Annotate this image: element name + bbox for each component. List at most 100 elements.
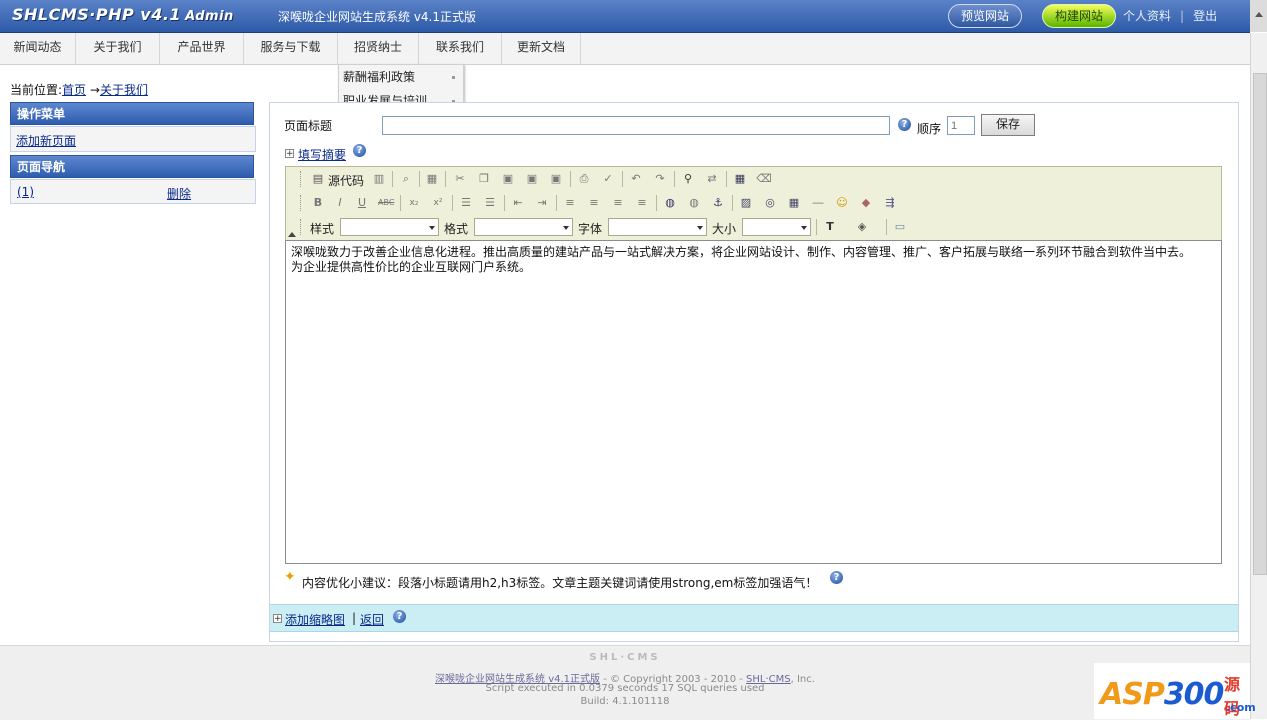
add-thumbnail-link[interactable]: 添加缩略图 <box>285 611 345 628</box>
tip-help-icon[interactable]: ? <box>830 571 843 584</box>
back-link[interactable]: 返回 <box>360 611 384 628</box>
indent-icon[interactable]: ⇥ <box>534 195 550 211</box>
summary-link[interactable]: 填写摘要 <box>298 146 346 163</box>
align-center-icon[interactable]: ≡ <box>586 195 602 211</box>
font-select[interactable] <box>608 218 707 236</box>
nav-item-docs[interactable]: 更新文档 <box>502 33 581 64</box>
unlink-icon[interactable]: ◍ <box>686 195 702 211</box>
paste-icon[interactable]: ▣ <box>500 171 516 187</box>
source-button[interactable]: 源代码 <box>328 172 364 189</box>
select-all-icon[interactable]: ▦ <box>732 171 748 187</box>
outdent-icon[interactable]: ⇤ <box>510 195 526 211</box>
title-label: 页面标题 <box>284 119 333 133</box>
nav-item-services[interactable]: 服务与下载 <box>244 33 338 64</box>
undo-icon[interactable]: ↶ <box>628 171 644 187</box>
align-right-icon[interactable]: ≡ <box>610 195 626 211</box>
size-label: 大小 <box>712 222 737 236</box>
preview-site-button[interactable]: 预览网站 <box>948 4 1022 28</box>
top-header: SHLCMS·PHP v4.1 Admin 深喉咙企业网站生成系统 v4.1正式版… <box>0 0 1250 33</box>
templates-icon[interactable]: ▦ <box>424 171 440 187</box>
lightbulb-icon: ✦ <box>284 569 296 585</box>
page-link[interactable]: (1) <box>17 185 34 199</box>
underline-icon[interactable]: U <box>354 195 370 211</box>
nav-item-jobs[interactable]: 招贤纳士 <box>338 33 419 64</box>
align-left-icon[interactable]: ≡ <box>562 195 578 211</box>
build-site-button[interactable]: 构建网站 <box>1042 4 1116 28</box>
title-input[interactable] <box>382 116 890 135</box>
top-links: 个人资料 | 登出 <box>1123 9 1218 23</box>
format-label: 格式 <box>444 222 469 236</box>
vertical-scrollbar[interactable] <box>1250 33 1267 719</box>
system-name: 深喉咙企业网站生成系统 v4.1正式版 <box>278 10 477 24</box>
profile-link[interactable]: 个人资料 <box>1123 9 1171 23</box>
order-input[interactable] <box>947 116 975 135</box>
page-break-icon[interactable]: ⇶ <box>882 195 898 211</box>
paste-word-icon[interactable]: ▣ <box>548 171 564 187</box>
redo-icon[interactable]: ↷ <box>652 171 668 187</box>
strikethrough-icon[interactable]: ABC <box>378 195 394 211</box>
size-select[interactable] <box>742 218 811 236</box>
expand-summary-icon[interactable]: + <box>285 149 294 159</box>
text-color-icon[interactable]: T <box>822 219 838 235</box>
add-page-link[interactable]: 添加新页面 <box>16 132 76 149</box>
footer: SHL·CMS 深喉咙企业网站生成系统 v4.1正式版 - © Copyrigh… <box>0 645 1250 720</box>
print-icon[interactable]: ⎙ <box>576 171 592 187</box>
justify-icon[interactable]: ≡ <box>634 195 650 211</box>
preview-icon[interactable]: ⌕ <box>398 171 414 187</box>
bold-icon[interactable]: B <box>310 195 326 211</box>
subscript-icon[interactable]: x₂ <box>406 195 422 211</box>
nav-item-products[interactable]: 产品世界 <box>160 33 244 64</box>
paste-text-icon[interactable]: ▣ <box>524 171 540 187</box>
copy-icon[interactable]: ❐ <box>476 171 492 187</box>
bg-color-icon[interactable]: ◈ <box>854 219 870 235</box>
expand-thumbnail-icon[interactable]: + <box>273 614 282 624</box>
tip-text: 内容优化小建议：段落小标题请用h2,h3标签。文章主题关键词请使用strong,… <box>302 576 818 590</box>
remove-format-icon[interactable]: ⌫ <box>756 171 772 187</box>
collapse-toolbar-icon[interactable] <box>288 232 296 237</box>
superscript-icon[interactable]: x² <box>430 195 446 211</box>
menu-title: 操作菜单 <box>10 102 254 125</box>
toolbar-row-1: ▤ 源代码 ▥ ⌕ ▦ ✂ ❐ ▣ ▣ ▣ ⎙ ✓ ↶ ↷ ⚲ ⇄ ▦ ⌫ <box>300 168 1220 190</box>
logout-link[interactable]: 登出 <box>1193 9 1217 23</box>
scroll-up-button[interactable] <box>1250 0 1267 32</box>
replace-icon[interactable]: ⇄ <box>704 171 720 187</box>
anchor-icon[interactable]: ⚓ <box>710 195 726 211</box>
smiley-icon[interactable]: ☺ <box>834 195 850 211</box>
breadcrumb-home[interactable]: 首页 <box>62 83 86 97</box>
image-icon[interactable]: ▨ <box>738 195 754 211</box>
help-icon[interactable]: ? <box>898 118 911 131</box>
find-icon[interactable]: ⚲ <box>680 171 696 187</box>
ordered-list-icon[interactable]: ☰ <box>458 195 474 211</box>
logo: SHLCMS·PHP v4.1 Admin <box>12 5 234 24</box>
style-select[interactable] <box>340 218 439 236</box>
editor-content-area[interactable]: 深喉咙致力于改善企业信息化进程。推出高质量的建站产品与一站式解决方案，将企业网站… <box>285 240 1222 564</box>
summary-help-icon[interactable]: ? <box>353 144 366 157</box>
nav-item-news[interactable]: 新闻动态 <box>0 33 76 64</box>
cut-icon[interactable]: ✂ <box>452 171 468 187</box>
dropdown-item-salary[interactable]: 薪酬福利政策 <box>339 65 463 89</box>
save-doc-icon[interactable]: ▥ <box>371 171 387 187</box>
bottom-help-icon[interactable]: ? <box>393 610 406 623</box>
italic-icon[interactable]: I <box>332 195 348 211</box>
style-label: 样式 <box>310 222 335 236</box>
special-char-icon[interactable]: ◆ <box>858 195 874 211</box>
nav-item-contact[interactable]: 联系我们 <box>419 33 502 64</box>
page-nav-body: (1) 删除 <box>10 179 256 204</box>
breadcrumb-current[interactable]: 关于我们 <box>100 83 148 97</box>
toolbar-row-3: 样式 格式 字体 大小 T ◈ ▭ <box>300 216 1220 238</box>
table-icon[interactable]: ▦ <box>786 195 802 211</box>
format-select[interactable] <box>474 218 573 236</box>
source-icon: ▤ <box>312 172 324 185</box>
scrollbar-thumb[interactable] <box>1253 73 1267 575</box>
page-nav-title: 页面导航 <box>10 155 254 178</box>
unordered-list-icon[interactable]: ☰ <box>482 195 498 211</box>
link-icon[interactable]: ◍ <box>662 195 678 211</box>
nav-item-about[interactable]: 关于我们 <box>76 33 160 64</box>
spellcheck-icon[interactable]: ✓ <box>600 171 616 187</box>
save-button[interactable]: 保存 <box>981 114 1035 136</box>
order-label: 顺序 <box>917 122 942 136</box>
delete-link[interactable]: 删除 <box>167 185 191 202</box>
horizontal-rule-icon[interactable]: ― <box>810 195 826 211</box>
flash-icon[interactable]: ◎ <box>762 195 778 211</box>
maximize-icon[interactable]: ▭ <box>892 219 908 235</box>
